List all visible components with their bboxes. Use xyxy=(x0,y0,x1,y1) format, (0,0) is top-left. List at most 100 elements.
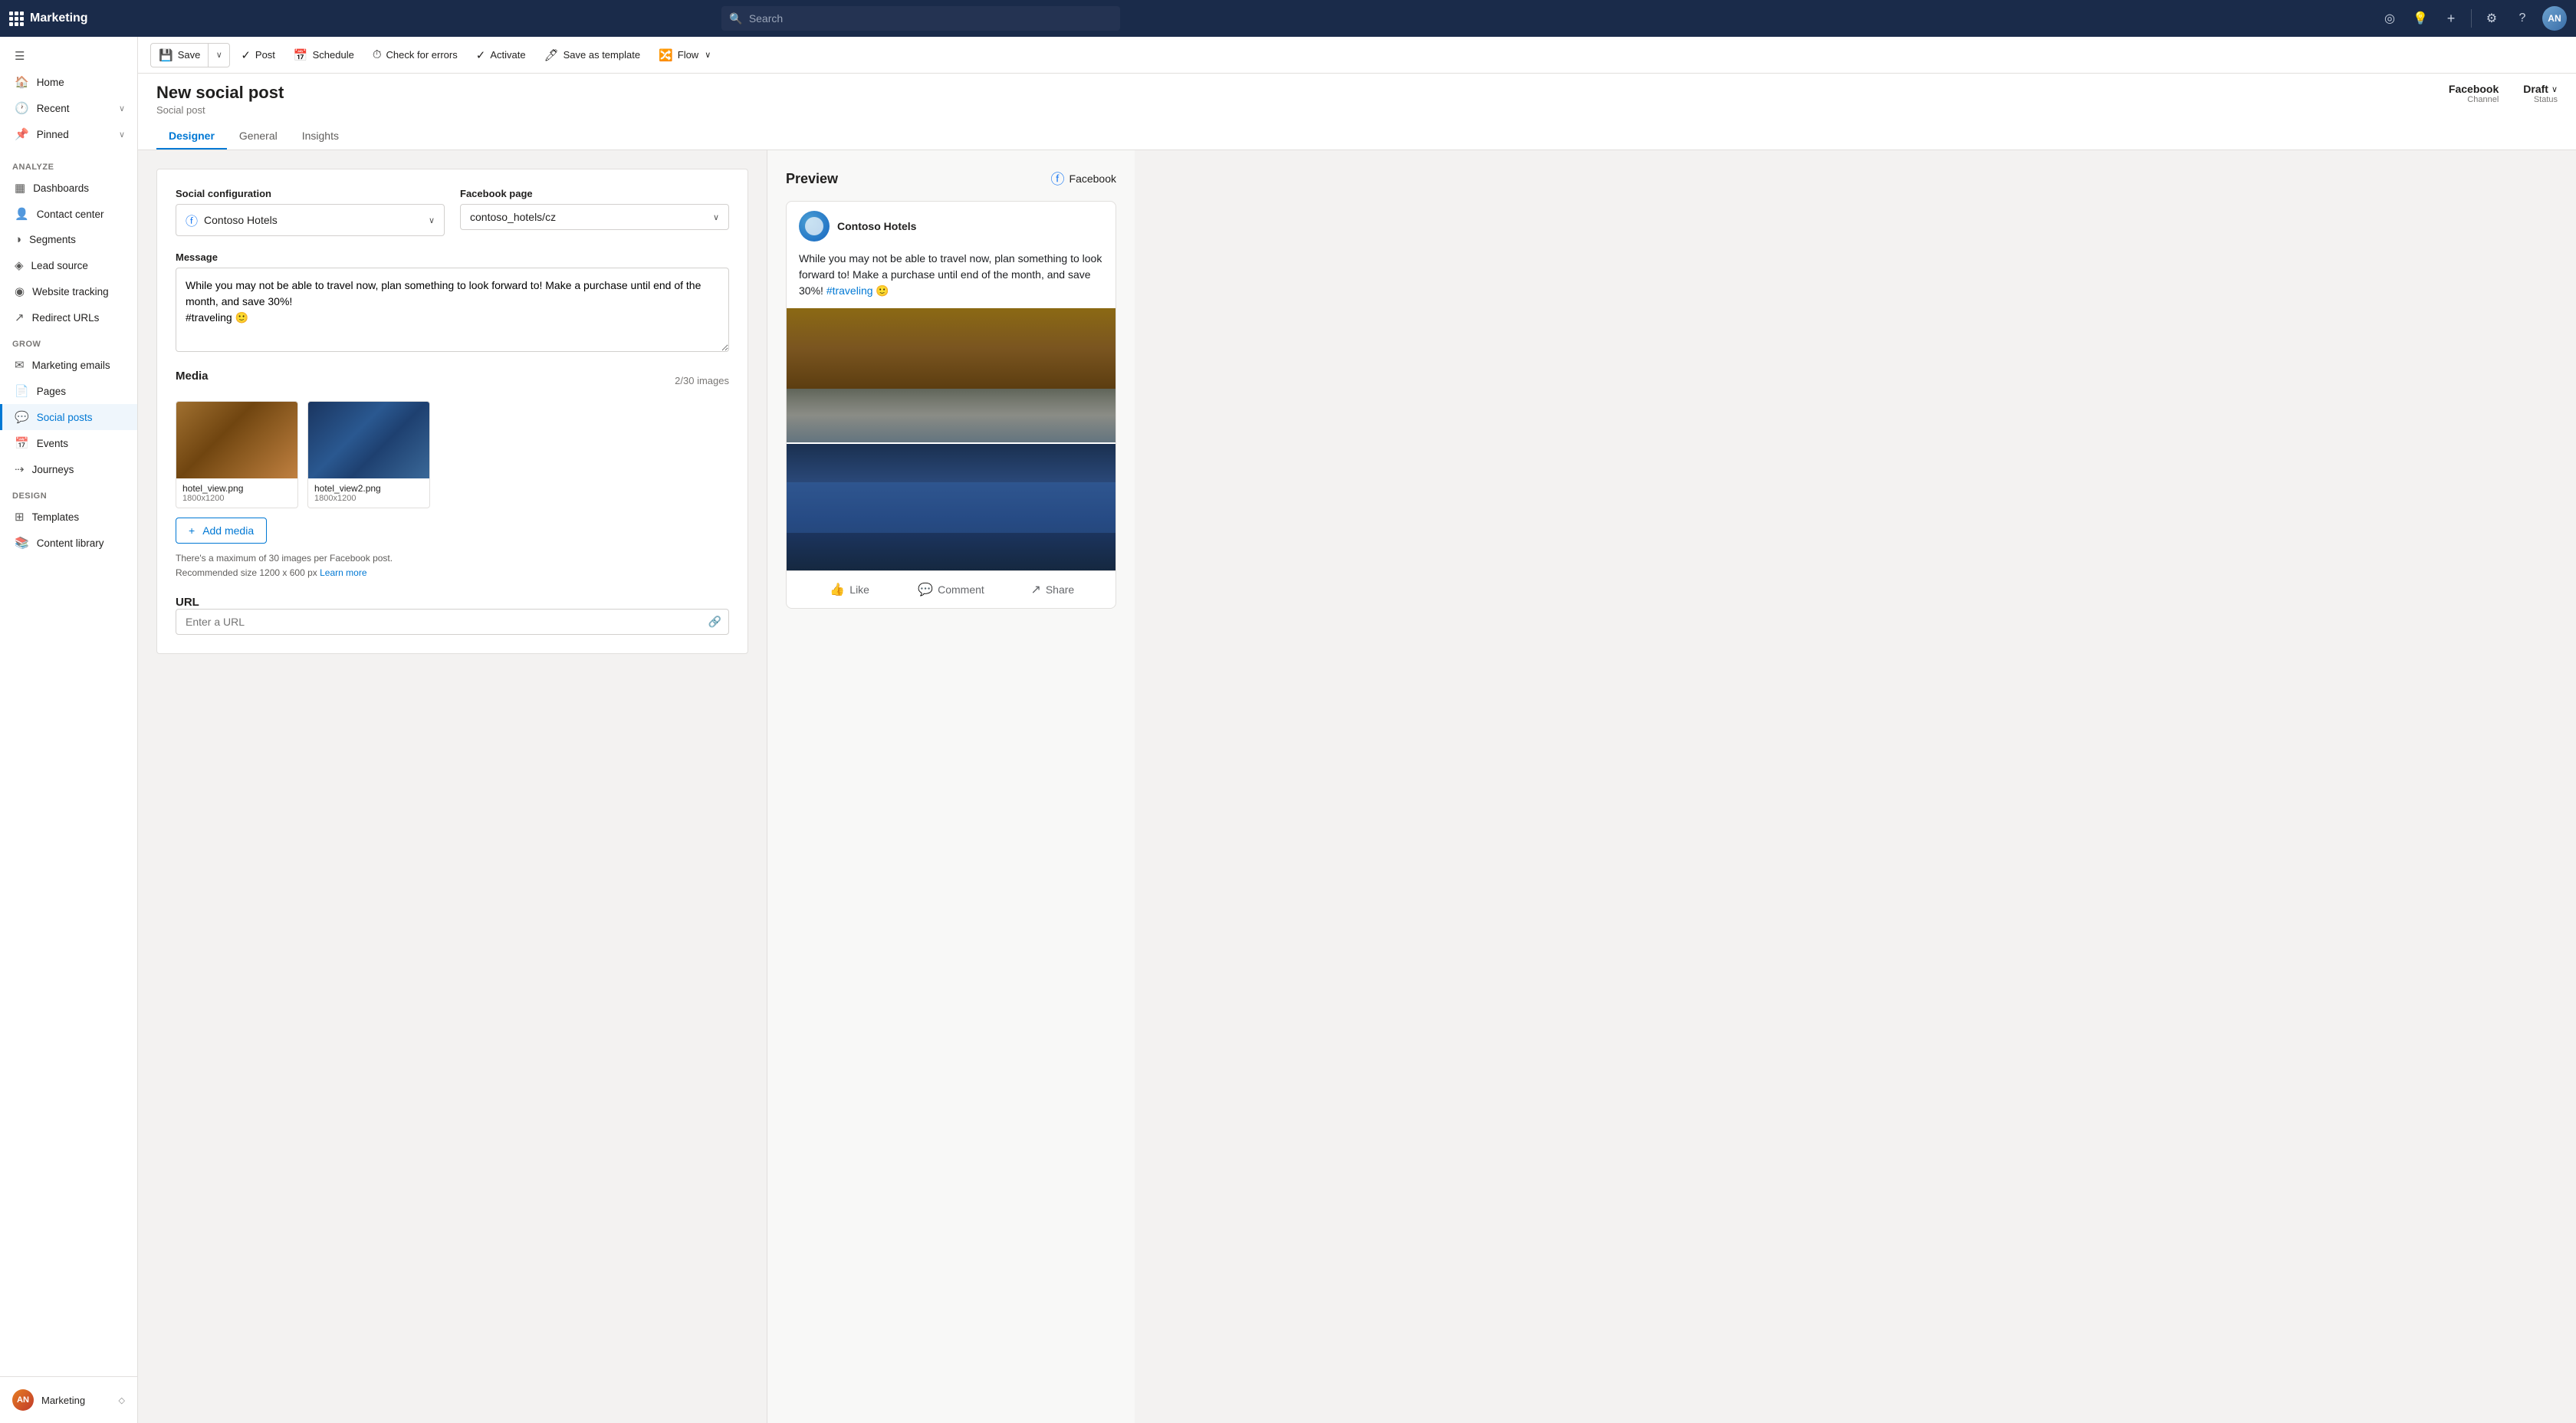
settings-icon[interactable]: ⚙ xyxy=(2481,8,2502,29)
top-navigation: Marketing 🔍 ◎ 💡 + ⚙ ? AN xyxy=(0,0,2576,37)
social-config-value: Contoso Hotels xyxy=(204,214,422,226)
sidebar-item-recent[interactable]: 🕐 Recent ∨ xyxy=(0,95,137,121)
sidebar-section-design: Design xyxy=(0,482,137,504)
lightbulb-icon[interactable]: 💡 xyxy=(2410,8,2431,29)
tab-general[interactable]: General xyxy=(227,123,290,150)
preview-like-button[interactable]: 👍 Like xyxy=(799,577,900,602)
preview-title: Preview xyxy=(786,171,838,187)
events-icon: 📅 xyxy=(15,436,29,450)
status-meta: Draft ∨ Status xyxy=(2523,83,2558,104)
marketing-emails-icon: ✉ xyxy=(15,358,25,372)
media-item-1[interactable]: hotel_view.png 1800x1200 xyxy=(176,401,298,508)
like-label: Like xyxy=(849,583,869,596)
social-config-label: Social configuration xyxy=(176,188,445,199)
media-header: Media 2/30 images xyxy=(176,370,729,392)
sidebar-item-label: Marketing emails xyxy=(32,360,125,371)
help-icon[interactable]: ? xyxy=(2512,8,2533,29)
sidebar-item-journeys[interactable]: ⇢ Journeys xyxy=(0,456,137,482)
comment-icon: 💬 xyxy=(918,582,933,597)
tab-insights[interactable]: Insights xyxy=(290,123,351,150)
check-errors-icon: ⏱ xyxy=(373,48,382,61)
target-icon[interactable]: ◎ xyxy=(2379,8,2400,29)
social-config-group: Social configuration ⓕ Contoso Hotels ∨ xyxy=(176,188,445,236)
url-input[interactable] xyxy=(176,609,729,635)
media-section: Media 2/30 images hotel_view.png 1800x1 xyxy=(176,370,729,580)
sidebar-footer-item[interactable]: AN Marketing ◇ xyxy=(0,1383,137,1417)
flow-dropdown-icon: ∨ xyxy=(705,50,711,60)
sidebar-item-pages[interactable]: 📄 Pages xyxy=(0,378,137,404)
top-nav-left: Marketing xyxy=(9,12,88,26)
sidebar-item-templates[interactable]: ⊞ Templates xyxy=(0,504,137,530)
sidebar-item-events[interactable]: 📅 Events xyxy=(0,430,137,456)
flow-button[interactable]: 🔀 Flow ∨ xyxy=(651,44,718,67)
share-icon: ↗ xyxy=(1030,582,1040,597)
chevron-down-icon: ∨ xyxy=(119,130,125,140)
message-textarea[interactable]: While you may not be able to travel now,… xyxy=(176,268,729,352)
sidebar-item-lead-source[interactable]: ◈ Lead source xyxy=(0,252,137,278)
activate-button[interactable]: ✓ Activate xyxy=(468,44,534,67)
status-chevron-icon: ∨ xyxy=(2551,84,2558,94)
status-label: Status xyxy=(2523,95,2558,104)
post-button[interactable]: ✓ Post xyxy=(233,44,283,67)
preview-text: While you may not be able to travel now,… xyxy=(787,251,1116,308)
avatar-inner xyxy=(805,217,823,235)
search-input[interactable] xyxy=(749,12,1113,25)
footer-arrow-icon: ◇ xyxy=(119,1395,125,1405)
sidebar-item-redirect-urls[interactable]: ↗ Redirect URLs xyxy=(0,304,137,330)
waffle-menu-icon[interactable] xyxy=(9,12,24,26)
sidebar-item-marketing-emails[interactable]: ✉ Marketing emails xyxy=(0,352,137,378)
sidebar-item-label: Social posts xyxy=(37,412,125,423)
user-avatar[interactable]: AN xyxy=(2542,6,2567,31)
schedule-button[interactable]: 📅 Schedule xyxy=(286,44,362,67)
sidebar-item-social-posts[interactable]: 💬 Social posts xyxy=(0,404,137,430)
media-hint-rec: Recommended size 1200 x 600 px xyxy=(176,567,317,578)
message-label: Message xyxy=(176,251,729,263)
sidebar-item-contact-center[interactable]: 👤 Contact center xyxy=(0,201,137,227)
facebook-page-value: contoso_hotels/cz xyxy=(470,211,707,223)
preview-share-button[interactable]: ↗ Share xyxy=(1002,577,1103,602)
add-media-button[interactable]: + Add media xyxy=(176,518,267,544)
media-item-2[interactable]: hotel_view2.png 1800x1200 xyxy=(307,401,430,508)
facebook-page-group: Facebook page contoso_hotels/cz ∨ xyxy=(460,188,729,236)
redirect-urls-icon: ↗ xyxy=(15,311,25,324)
media-count: 2/30 images xyxy=(675,375,729,386)
chevron-down-icon: ∨ xyxy=(119,104,125,113)
check-errors-button[interactable]: ⏱ Check for errors xyxy=(365,44,465,66)
main-layout: ☰ 🏠 Home 🕐 Recent ∨ 📌 Pinned ∨ Analyze ▦… xyxy=(0,37,2576,1423)
sidebar-item-label: Templates xyxy=(32,511,125,523)
sidebar-item-segments[interactable]: ◑ Segments xyxy=(0,227,137,252)
search-bar[interactable]: 🔍 xyxy=(721,6,1120,31)
media-info-2: hotel_view2.png 1800x1200 xyxy=(308,478,429,508)
learn-more-link[interactable]: Learn more xyxy=(320,567,366,578)
save-as-template-button[interactable]: 🖊 Save as template xyxy=(537,44,649,67)
sidebar-item-home[interactable]: 🏠 Home xyxy=(0,69,137,95)
save-button-group: 💾 Save ∨ xyxy=(150,43,230,67)
preview-account-name: Contoso Hotels xyxy=(837,220,916,232)
sidebar-item-content-library[interactable]: 📚 Content library xyxy=(0,530,137,556)
nav-divider xyxy=(2471,9,2472,28)
dashboards-icon: ▦ xyxy=(15,181,25,195)
message-group: Message While you may not be able to tra… xyxy=(176,251,729,354)
save-dropdown-button[interactable]: ∨ xyxy=(209,43,230,67)
hotel-image-2 xyxy=(308,402,429,478)
facebook-page-select[interactable]: contoso_hotels/cz ∨ xyxy=(460,204,729,230)
status-dropdown[interactable]: Draft ∨ xyxy=(2523,83,2558,95)
preview-channel: ⓕ Facebook xyxy=(1051,169,1116,189)
social-config-select[interactable]: ⓕ Contoso Hotels ∨ xyxy=(176,204,445,236)
templates-icon: ⊞ xyxy=(15,510,25,524)
preview-comment-button[interactable]: 💬 Comment xyxy=(900,577,1001,602)
save-button[interactable]: 💾 Save xyxy=(150,43,209,67)
hotel-pool-warm xyxy=(787,308,1116,442)
sidebar-item-pinned[interactable]: 📌 Pinned ∨ xyxy=(0,121,137,147)
add-icon[interactable]: + xyxy=(2440,8,2462,29)
sidebar-item-website-tracking[interactable]: ◉ Website tracking xyxy=(0,278,137,304)
page-header: New social post Social post Facebook Cha… xyxy=(138,74,2576,150)
sidebar-item-hamburger[interactable]: ☰ xyxy=(0,43,137,69)
media-thumbnail-2 xyxy=(308,402,429,478)
pinned-icon: 📌 xyxy=(15,127,29,141)
social-posts-icon: 💬 xyxy=(15,410,29,424)
url-section: URL 🔗 xyxy=(176,596,729,635)
sidebar-item-dashboards[interactable]: ▦ Dashboards xyxy=(0,175,137,201)
template-icon: 🖊 xyxy=(544,48,559,62)
tab-designer[interactable]: Designer xyxy=(156,123,227,150)
